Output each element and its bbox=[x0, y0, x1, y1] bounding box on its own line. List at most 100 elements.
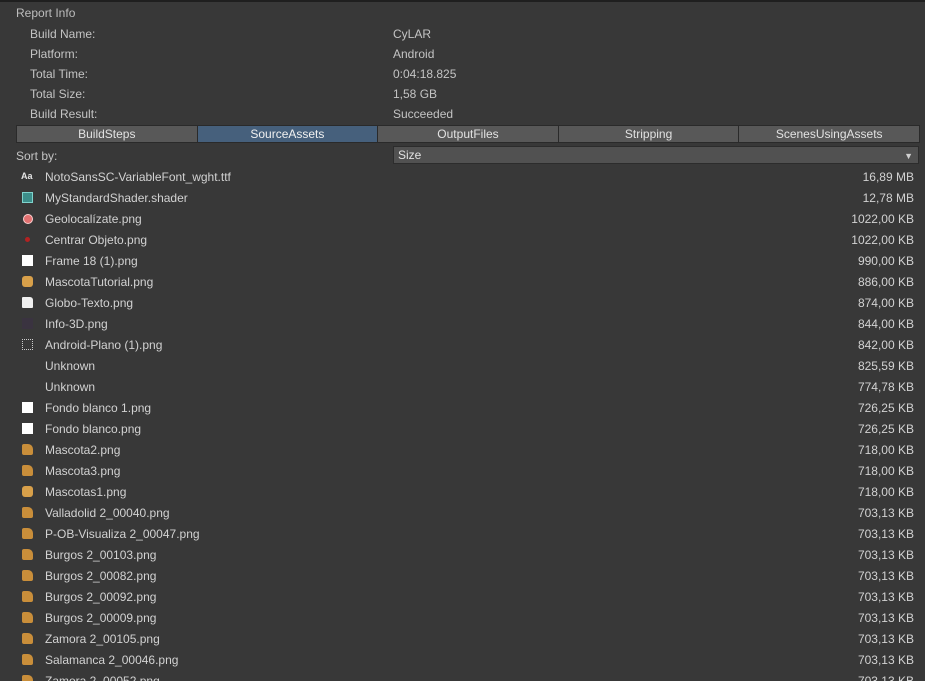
asset-row[interactable]: Zamora 2_00105.png 703,13 KB bbox=[0, 628, 925, 649]
image-icon bbox=[22, 276, 33, 287]
image-icon bbox=[22, 297, 33, 308]
info-row: Platform: Android bbox=[0, 44, 925, 64]
image-icon bbox=[22, 528, 33, 539]
asset-size: 718,00 KB bbox=[857, 464, 914, 478]
info-label: Total Time: bbox=[30, 67, 89, 81]
asset-row[interactable]: Aa NotoSansSC-VariableFont_wght.ttf 16,89 … bbox=[0, 166, 925, 187]
asset-size: 703,13 KB bbox=[857, 527, 914, 541]
asset-size: 726,25 KB bbox=[857, 401, 914, 415]
info-row: Build Result: Succeeded bbox=[0, 104, 925, 124]
asset-size: 703,13 KB bbox=[857, 569, 914, 583]
asset-size: 726,25 KB bbox=[857, 422, 914, 436]
asset-row[interactable]: P-OB-Visualiza 2_00047.png 703,13 KB bbox=[0, 523, 925, 544]
asset-size: 886,00 KB bbox=[857, 275, 914, 289]
info-value: 0:04:18.825 bbox=[393, 67, 457, 81]
image-icon bbox=[25, 237, 30, 242]
asset-name: P-OB-Visualiza 2_00047.png bbox=[45, 527, 200, 541]
asset-name: Burgos 2_00082.png bbox=[45, 569, 157, 583]
image-icon bbox=[23, 214, 33, 224]
asset-row[interactable]: Mascota3.png 718,00 KB bbox=[0, 460, 925, 481]
asset-name: Burgos 2_00103.png bbox=[45, 548, 157, 562]
info-value: CyLAR bbox=[393, 27, 432, 41]
asset-name: Unknown bbox=[45, 380, 96, 394]
asset-size: 703,13 KB bbox=[857, 506, 914, 520]
asset-row[interactable]: Burgos 2_00103.png 703,13 KB bbox=[0, 544, 925, 565]
asset-row[interactable]: Mascota2.png 718,00 KB bbox=[0, 439, 925, 460]
asset-name: Fondo blanco 1.png bbox=[45, 401, 152, 415]
info-value: Succeeded bbox=[393, 107, 454, 121]
asset-size: 825,59 KB bbox=[857, 359, 914, 373]
asset-row[interactable]: Zamora 2_00052.png 703,13 KB bbox=[0, 670, 925, 681]
tab-stripping[interactable]: Stripping bbox=[557, 125, 740, 143]
image-icon bbox=[22, 318, 33, 329]
asset-size: 774,78 KB bbox=[857, 380, 914, 394]
asset-row[interactable]: Burgos 2_00082.png 703,13 KB bbox=[0, 565, 925, 586]
asset-name: NotoSansSC-VariableFont_wght.ttf bbox=[45, 170, 231, 184]
image-icon bbox=[22, 423, 33, 434]
asset-list[interactable]: Aa NotoSansSC-VariableFont_wght.ttf 16,89 … bbox=[0, 166, 925, 681]
image-icon bbox=[22, 549, 33, 560]
asset-name: Globo-Texto.png bbox=[45, 296, 134, 310]
asset-name: Android-Plano (1).png bbox=[45, 338, 163, 352]
asset-row[interactable]: Frame 18 (1).png 990,00 KB bbox=[0, 250, 925, 271]
tab-buildsteps[interactable]: BuildSteps bbox=[16, 125, 198, 143]
image-icon bbox=[22, 402, 33, 413]
asset-size: 703,13 KB bbox=[857, 674, 914, 681]
tab-sourceassets[interactable]: SourceAssets bbox=[196, 125, 379, 143]
asset-row[interactable]: Valladolid 2_00040.png 703,13 KB bbox=[0, 502, 925, 523]
asset-row[interactable]: Fondo blanco 1.png 726,25 KB bbox=[0, 397, 925, 418]
info-label: Platform: bbox=[30, 47, 79, 61]
asset-name: Burgos 2_00092.png bbox=[45, 590, 157, 604]
asset-name: MyStandardShader.shader bbox=[45, 191, 188, 205]
info-label: Build Result: bbox=[30, 107, 98, 121]
asset-size: 703,13 KB bbox=[857, 590, 914, 604]
image-icon bbox=[22, 465, 33, 476]
asset-size: 718,00 KB bbox=[857, 443, 914, 457]
asset-row[interactable]: Globo-Texto.png 874,00 KB bbox=[0, 292, 925, 313]
asset-row[interactable]: Unknown 825,59 KB bbox=[0, 355, 925, 376]
asset-name: Burgos 2_00009.png bbox=[45, 611, 157, 625]
asset-size: 844,00 KB bbox=[857, 317, 914, 331]
asset-name: Fondo blanco.png bbox=[45, 422, 142, 436]
image-icon bbox=[22, 633, 33, 644]
asset-row[interactable]: Android-Plano (1).png 842,00 KB bbox=[0, 334, 925, 355]
top-divider bbox=[0, 0, 925, 2]
asset-name: Mascotas1.png bbox=[45, 485, 127, 499]
sort-by-dropdown[interactable]: Size ▼ bbox=[393, 146, 919, 164]
asset-size: 1022,00 KB bbox=[851, 233, 914, 247]
asset-row[interactable]: Burgos 2_00092.png 703,13 KB bbox=[0, 586, 925, 607]
asset-row[interactable]: MyStandardShader.shader 12,78 MB bbox=[0, 187, 925, 208]
asset-name: Salamanca 2_00046.png bbox=[45, 653, 179, 667]
info-label: Total Size: bbox=[30, 87, 86, 101]
asset-row[interactable]: Info-3D.png 844,00 KB bbox=[0, 313, 925, 334]
info-row: Total Time: 0:04:18.825 bbox=[0, 64, 925, 84]
asset-row[interactable]: Burgos 2_00009.png 703,13 KB bbox=[0, 607, 925, 628]
asset-size: 718,00 KB bbox=[857, 485, 914, 499]
asset-size: 1022,00 KB bbox=[851, 212, 914, 226]
asset-size: 703,13 KB bbox=[857, 632, 914, 646]
asset-name: Centrar Objeto.png bbox=[45, 233, 148, 247]
asset-size: 703,13 KB bbox=[857, 548, 914, 562]
asset-row[interactable]: Unknown 774,78 KB bbox=[0, 376, 925, 397]
image-icon bbox=[22, 654, 33, 665]
asset-name: Valladolid 2_00040.png bbox=[45, 506, 170, 520]
shader-icon bbox=[22, 192, 33, 203]
asset-row[interactable]: Salamanca 2_00046.png 703,13 KB bbox=[0, 649, 925, 670]
tab-outputfiles[interactable]: OutputFiles bbox=[377, 125, 559, 143]
asset-row[interactable]: MascotaTutorial.png 886,00 KB bbox=[0, 271, 925, 292]
info-row: Build Name: CyLAR bbox=[0, 24, 925, 44]
image-icon bbox=[22, 507, 33, 518]
sort-by-value: Size bbox=[398, 148, 422, 162]
asset-name: Geolocalízate.png bbox=[45, 212, 142, 226]
info-row: Total Size: 1,58 GB bbox=[0, 84, 925, 104]
info-value: 1,58 GB bbox=[393, 87, 438, 101]
asset-size: 842,00 KB bbox=[857, 338, 914, 352]
asset-row[interactable]: Centrar Objeto.png 1022,00 KB bbox=[0, 229, 925, 250]
asset-row[interactable]: Geolocalízate.png 1022,00 KB bbox=[0, 208, 925, 229]
asset-name: Info-3D.png bbox=[45, 317, 108, 331]
asset-row[interactable]: Mascotas1.png 718,00 KB bbox=[0, 481, 925, 502]
image-icon bbox=[22, 570, 33, 581]
tab-scenesusingassets[interactable]: ScenesUsingAssets bbox=[738, 125, 920, 143]
asset-row[interactable]: Fondo blanco.png 726,25 KB bbox=[0, 418, 925, 439]
info-value: Android bbox=[393, 47, 435, 61]
